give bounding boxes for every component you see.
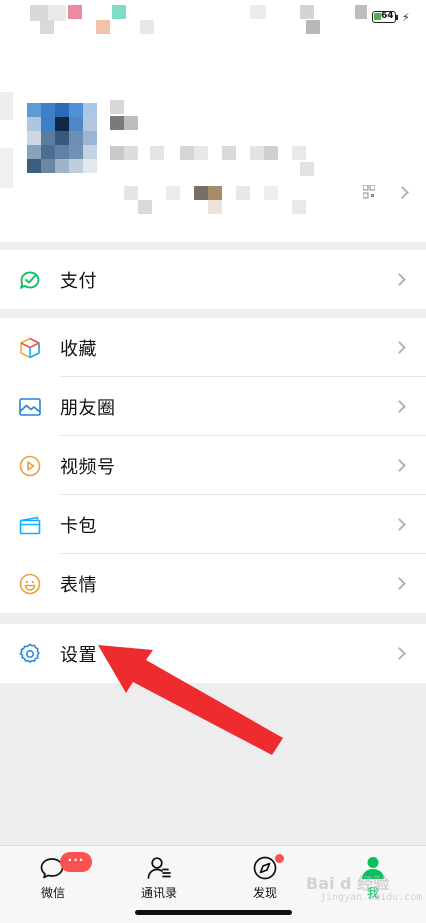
bolt-icon: ⚡ xyxy=(402,11,410,24)
menu-label-stickers: 表情 xyxy=(60,574,97,596)
image-icon xyxy=(18,395,42,419)
chevron-right-icon xyxy=(393,340,406,354)
blurred-status-block xyxy=(40,20,54,34)
tab-label-contacts: 通讯录 xyxy=(140,886,177,900)
menu-group-pay: 支付 xyxy=(0,250,426,309)
chevron-right-icon xyxy=(393,399,406,413)
tab-chats[interactable]: ··· 微信 xyxy=(0,846,106,906)
profile-name xyxy=(110,100,140,132)
menu-item-stickers[interactable]: 表情 xyxy=(0,554,426,613)
menu-label-moments: 朋友圈 xyxy=(60,397,116,419)
blurred-status-block xyxy=(355,5,367,19)
menu-group-settings: 设置 xyxy=(0,624,426,683)
chevron-right-icon xyxy=(393,517,406,531)
tab-contacts[interactable]: 通讯录 xyxy=(106,846,212,906)
profile-status xyxy=(110,186,330,216)
blurred-status-block xyxy=(112,5,126,19)
cube-icon xyxy=(18,336,42,360)
watermark-url: jingyan.baidu.com xyxy=(320,892,423,903)
card-icon xyxy=(18,513,42,537)
contacts-icon xyxy=(147,857,171,879)
menu-group-services: 收藏 朋友圈 视频号 卡包 表情 xyxy=(0,318,426,613)
smile-icon xyxy=(18,572,42,596)
menu-label-settings: 设置 xyxy=(60,644,97,666)
home-indicator[interactable] xyxy=(135,910,292,915)
profile-wechat-id xyxy=(110,146,350,166)
avatar[interactable] xyxy=(27,103,97,173)
battery-icon: 64 xyxy=(372,11,396,23)
new-dot-badge xyxy=(275,854,284,863)
chevron-right-icon xyxy=(396,186,409,199)
chevron-right-icon xyxy=(393,646,406,660)
tab-discover[interactable]: 发现 xyxy=(212,846,318,906)
chevron-right-icon xyxy=(393,576,406,590)
profile-header[interactable] xyxy=(0,36,426,242)
menu-item-cards[interactable]: 卡包 xyxy=(0,495,426,554)
menu-item-channels[interactable]: 视频号 xyxy=(0,436,426,495)
menu-label-pay: 支付 xyxy=(60,270,97,292)
blurred-status-block xyxy=(48,5,66,21)
blurred-status-block xyxy=(306,20,320,34)
blurred-status-block xyxy=(250,5,266,19)
menu-item-favorites[interactable]: 收藏 xyxy=(0,318,426,377)
blurred-status-block xyxy=(300,5,314,19)
tab-label-chats: 微信 xyxy=(40,886,65,900)
status-bar: 64 ⚡ xyxy=(0,0,426,36)
menu-item-pay[interactable]: 支付 xyxy=(0,250,426,309)
menu-label-channels: 视频号 xyxy=(60,456,116,478)
blurred-block xyxy=(0,148,13,188)
play-circle-icon xyxy=(18,454,42,478)
blurred-block xyxy=(0,92,13,120)
unread-badge: ··· xyxy=(60,852,92,872)
blurred-status-block xyxy=(96,20,110,34)
gear-icon xyxy=(18,642,42,666)
menu-label-favorites: 收藏 xyxy=(60,338,97,360)
pay-icon xyxy=(18,268,42,292)
qr-code-icon[interactable] xyxy=(363,185,375,200)
menu-item-settings[interactable]: 设置 xyxy=(0,624,426,683)
watermark: Bai d 经验 xyxy=(306,874,390,893)
menu-item-moments[interactable]: 朋友圈 xyxy=(0,377,426,436)
blurred-block xyxy=(300,162,314,176)
chevron-right-icon xyxy=(393,272,406,286)
blurred-status-block xyxy=(30,5,48,21)
tab-label-discover: 发现 xyxy=(252,886,277,900)
battery-cap xyxy=(396,15,398,20)
menu-label-cards: 卡包 xyxy=(60,515,97,537)
blurred-status-block xyxy=(140,20,154,34)
blurred-status-block xyxy=(68,5,82,19)
chevron-right-icon xyxy=(393,458,406,472)
